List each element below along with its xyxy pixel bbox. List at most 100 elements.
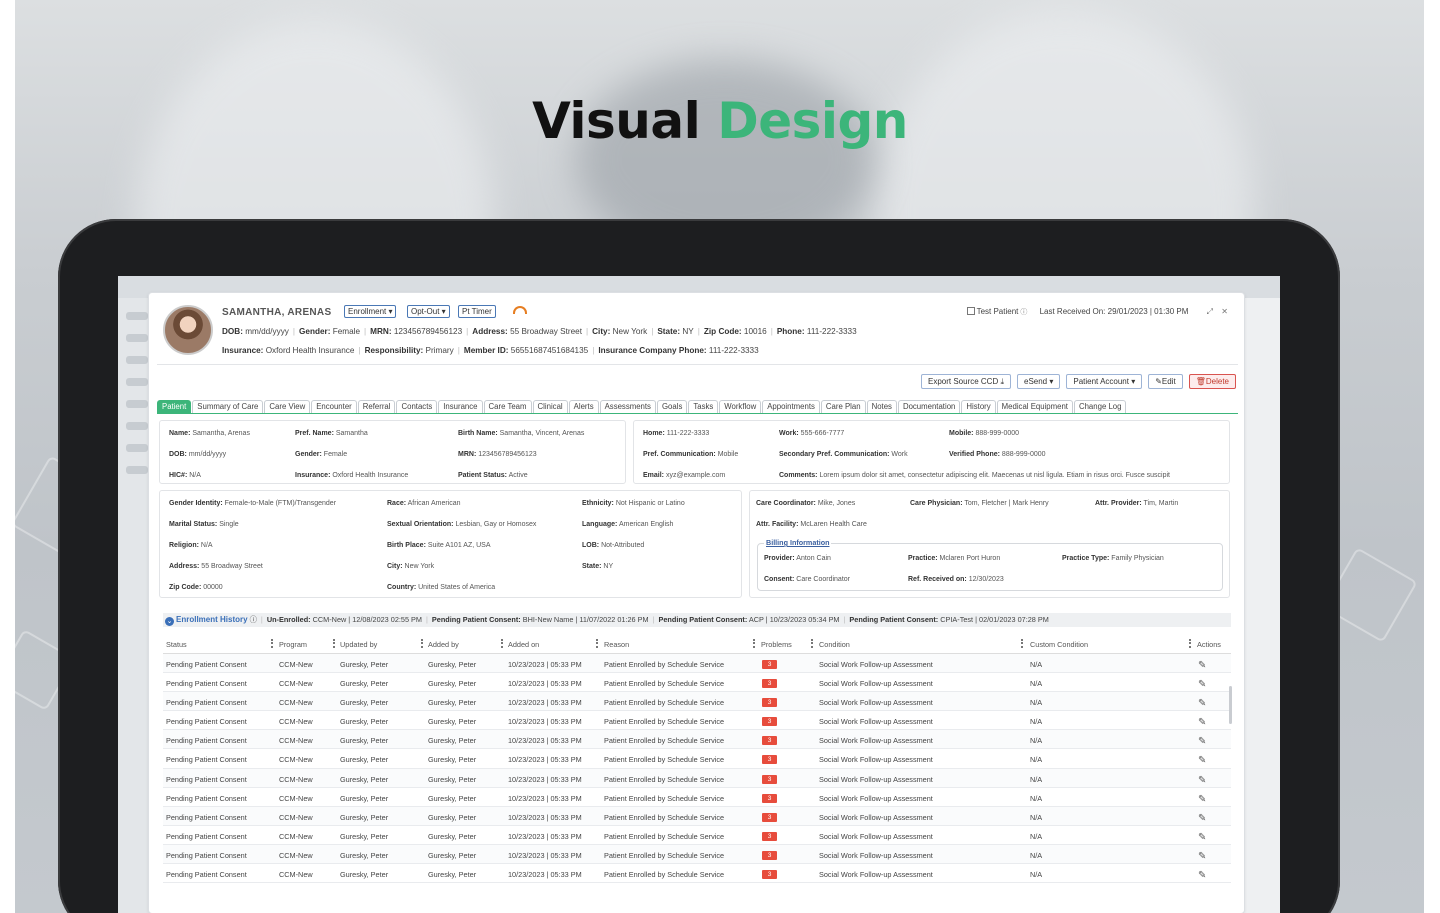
tab-assessments[interactable]: Assessments — [599, 400, 656, 413]
tab-insurance[interactable]: Insurance — [438, 400, 483, 413]
edit-icon[interactable]: ✎ — [1198, 717, 1206, 728]
avatar — [163, 305, 213, 355]
separator: | — [585, 327, 589, 336]
table-row[interactable]: Pending Patient Consent CCM-New Guresky, P… — [163, 844, 1231, 865]
tab-care-view[interactable]: Care View — [264, 400, 311, 413]
edit-icon[interactable]: ✎ — [1198, 660, 1206, 671]
column-menu-icon[interactable] — [271, 639, 273, 648]
table-cell: N/A — [1030, 793, 1043, 803]
tab-alerts[interactable]: Alerts — [568, 400, 599, 413]
table-row[interactable]: Pending Patient Consent CCM-New Guresky, P… — [163, 826, 1231, 845]
column-header-reason[interactable]: Reason — [604, 640, 629, 649]
info-field-value: 123456789456123 — [478, 451, 537, 458]
column-menu-icon[interactable] — [1021, 639, 1023, 648]
tab-care-team[interactable]: Care Team — [483, 400, 532, 413]
table-row[interactable]: Pending Patient Consent CCM-New Guresky, P… — [163, 864, 1231, 884]
table-row[interactable]: Pending Patient Consent CCM-New Guresky, P… — [163, 806, 1231, 826]
summary-field-label: Gender: — [299, 327, 331, 336]
table-cell: Patient Enrolled by Schedule Service — [604, 870, 725, 880]
delete-button[interactable]: 🗑Delete — [1188, 374, 1236, 389]
column-menu-icon[interactable] — [333, 639, 335, 648]
tab-goals[interactable]: Goals — [656, 400, 688, 413]
tab-notes[interactable]: Notes — [866, 400, 897, 413]
table-row[interactable]: Pending Patient Consent CCM-New Guresky, P… — [163, 711, 1231, 731]
opt-out-dropdown[interactable]: Opt-Out ▾ — [407, 305, 450, 318]
enrollment-history-title[interactable]: Enrollment History — [176, 615, 248, 624]
edit-icon[interactable]: ✎ — [1198, 794, 1206, 805]
column-menu-icon[interactable] — [753, 639, 755, 648]
table-body: Pending Patient Consent CCM-New Guresky, P… — [163, 654, 1231, 884]
problems-badge: 3 — [762, 831, 777, 841]
tab-medical-equipment[interactable]: Medical Equipment — [996, 400, 1073, 413]
edit-button[interactable]: ✎Edit — [1148, 374, 1183, 389]
column-header-problems[interactable]: Problems — [761, 640, 792, 649]
edit-icon[interactable]: ✎ — [1198, 832, 1206, 843]
expand-icon[interactable]: ⤢ — [1207, 307, 1213, 317]
info-field: Insurance: Oxford Health Insurance — [295, 472, 408, 479]
tab-contacts[interactable]: Contacts — [396, 400, 438, 413]
column-header-updated-by[interactable]: Updated by — [340, 640, 377, 649]
table-row[interactable]: Pending Patient Consent CCM-New Guresky, P… — [163, 749, 1231, 769]
pt-timer-button[interactable]: Pt Timer — [458, 305, 496, 318]
summary-field-value: 55 Broadway Street — [510, 327, 582, 336]
column-menu-icon[interactable] — [501, 639, 503, 648]
tab-appointments[interactable]: Appointments — [762, 400, 820, 413]
close-icon[interactable]: ✕ — [1221, 307, 1228, 316]
column-menu-icon[interactable] — [596, 639, 598, 648]
tab-clinical[interactable]: Clinical — [532, 400, 568, 413]
table-scrollbar[interactable] — [1229, 686, 1232, 724]
tab-summary-of-care[interactable]: Summary of Care — [192, 400, 264, 413]
export-ccd-button[interactable]: Export Source CCD ⤓ — [920, 374, 1011, 389]
tab-care-plan[interactable]: Care Plan — [820, 400, 866, 413]
table-cell: 10/23/2023 | 05:33 PM — [508, 870, 582, 880]
tab-tasks[interactable]: Tasks — [688, 400, 719, 413]
edit-icon[interactable]: ✎ — [1198, 813, 1206, 824]
patient-account-dropdown[interactable]: Patient Account ▾ — [1066, 374, 1143, 389]
edit-icon[interactable]: ✎ — [1198, 755, 1206, 766]
table-row[interactable]: Pending Patient Consent CCM-New Guresky, P… — [163, 673, 1231, 693]
column-header-program[interactable]: Program — [279, 640, 307, 649]
edit-icon[interactable]: ✎ — [1198, 736, 1206, 747]
edit-icon[interactable]: ✎ — [1198, 870, 1206, 881]
table-row[interactable]: Pending Patient Consent CCM-New Guresky, P… — [163, 730, 1231, 750]
info-field-label: Comments: — [779, 472, 818, 479]
info-field: Email: xyz@example.com — [643, 472, 725, 479]
column-header-added-by[interactable]: Added by — [428, 640, 459, 649]
column-header-custom-condition[interactable]: Custom Condition — [1030, 640, 1088, 649]
table-row[interactable]: Pending Patient Consent CCM-New Guresky, P… — [163, 768, 1231, 788]
esend-dropdown[interactable]: eSend ▾ — [1017, 374, 1061, 389]
separator: | — [457, 346, 460, 355]
column-menu-icon[interactable] — [421, 639, 423, 648]
tab-patient[interactable]: Patient — [157, 400, 192, 413]
column-header-status[interactable]: Status — [166, 640, 187, 649]
column-header-condition[interactable]: Condition — [819, 640, 850, 649]
tab-referral[interactable]: Referral — [357, 400, 396, 413]
problems-badge: 3 — [762, 736, 777, 746]
table-row[interactable]: Pending Patient Consent CCM-New Guresky, P… — [163, 654, 1231, 674]
tab-change-log[interactable]: Change Log — [1073, 400, 1127, 413]
table-cell: CCM-New — [279, 812, 313, 822]
expand-toggle-icon[interactable]: ⌄ — [165, 617, 174, 626]
table-cell: Guresky, Peter — [428, 698, 477, 708]
enrollment-dropdown[interactable]: Enrollment ▾ — [344, 305, 397, 318]
tab-encounter[interactable]: Encounter — [311, 400, 357, 413]
tab-workflow[interactable]: Workflow — [719, 400, 762, 413]
edit-icon[interactable]: ✎ — [1198, 775, 1206, 786]
info-field-label: State: — [582, 563, 602, 570]
separator: | — [466, 327, 469, 336]
column-menu-icon[interactable] — [811, 639, 813, 648]
column-header-actions[interactable]: Actions — [1197, 640, 1221, 649]
info-field-label: Gender Identity: — [169, 500, 223, 507]
edit-icon[interactable]: ✎ — [1198, 698, 1206, 709]
tab-documentation[interactable]: Documentation — [897, 400, 961, 413]
edit-icon[interactable]: ✎ — [1198, 851, 1206, 862]
table-row[interactable]: Pending Patient Consent CCM-New Guresky, P… — [163, 692, 1231, 712]
column-header-added-on[interactable]: Added on — [508, 640, 539, 649]
test-patient-checkbox[interactable] — [966, 307, 975, 315]
gauge-icon[interactable] — [513, 306, 527, 314]
tab-history[interactable]: History — [961, 400, 996, 413]
column-menu-icon[interactable] — [1189, 639, 1191, 648]
info-field-label: Verified Phone: — [949, 451, 1000, 458]
edit-icon[interactable]: ✎ — [1198, 679, 1206, 690]
table-row[interactable]: Pending Patient Consent CCM-New Guresky, P… — [163, 788, 1231, 807]
